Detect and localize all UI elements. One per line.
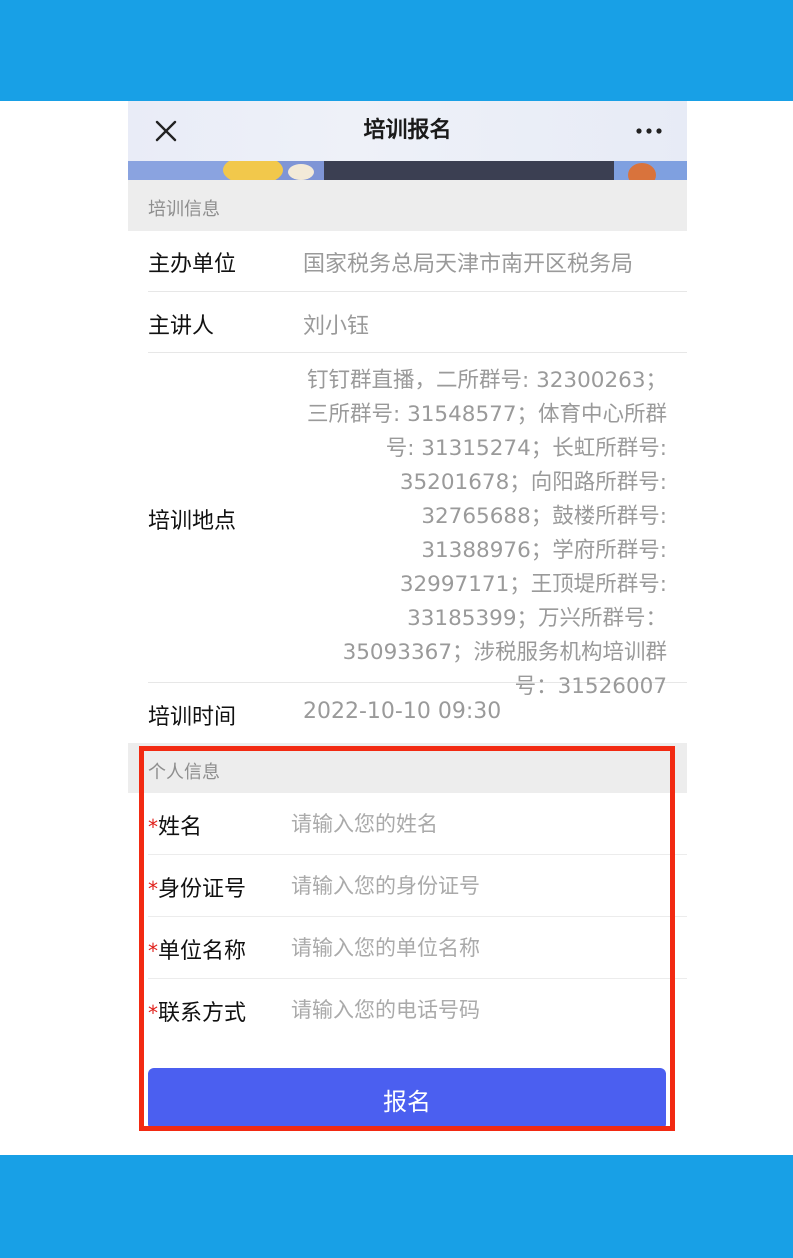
- info-value: 钉钉群直播，二所群号: 32300263；三所群号: 31548577；体育中心…: [306, 368, 667, 699]
- info-value: 国家税务总局天津市南开区税务局: [303, 252, 634, 277]
- form-row-name: *姓名: [148, 793, 687, 855]
- field-label: 姓名: [158, 815, 203, 840]
- required-mark: *: [148, 1001, 158, 1025]
- banner-image: [128, 161, 687, 180]
- name-input[interactable]: [291, 803, 661, 845]
- required-mark: *: [148, 939, 158, 963]
- required-mark: *: [148, 815, 158, 839]
- id-number-input[interactable]: [291, 865, 661, 907]
- field-label: 联系方式: [158, 1001, 247, 1026]
- info-row-lecturer: 主讲人 刘小钰: [148, 292, 687, 353]
- more-icon[interactable]: [633, 115, 665, 147]
- section-header-personal: 个人信息: [128, 743, 687, 793]
- company-input[interactable]: [291, 927, 661, 969]
- info-label: 培训时间: [148, 705, 237, 730]
- info-label: 主办单位: [148, 252, 237, 277]
- register-button[interactable]: 报名: [148, 1068, 666, 1130]
- field-label: 身份证号: [158, 877, 247, 902]
- bottom-blue-band: [0, 1155, 793, 1258]
- info-label: 培训地点: [148, 509, 237, 534]
- form-row-phone: *联系方式: [148, 979, 687, 1041]
- field-label: 单位名称: [158, 939, 247, 964]
- section-header-training: 培训信息: [128, 180, 687, 231]
- info-label: 主讲人: [148, 314, 215, 339]
- required-mark: *: [148, 877, 158, 901]
- phone-input[interactable]: [291, 989, 661, 1031]
- info-row-organizer: 主办单位 国家税务总局天津市南开区税务局: [148, 231, 687, 292]
- page-title: 培训报名: [363, 118, 452, 143]
- info-row-location: 培训地点 钉钉群直播，二所群号: 32300263；三所群号: 31548577…: [148, 353, 687, 699]
- phone-screen: 培训报名 培训信息 主办单位 国家税务总局天津市南开区税务局 主讲人 刘小钰 培…: [128, 101, 687, 1138]
- info-value: 2022-10-10 09:30: [303, 699, 502, 724]
- form-row-id-number: *身份证号: [148, 855, 687, 917]
- info-value: 刘小钰: [303, 314, 370, 339]
- close-icon[interactable]: [150, 115, 182, 147]
- top-blue-band: [0, 0, 793, 101]
- form-row-company: *单位名称: [148, 917, 687, 979]
- nav-bar: 培训报名: [128, 101, 687, 161]
- info-row-time: 培训时间 2022-10-10 09:30: [148, 683, 687, 743]
